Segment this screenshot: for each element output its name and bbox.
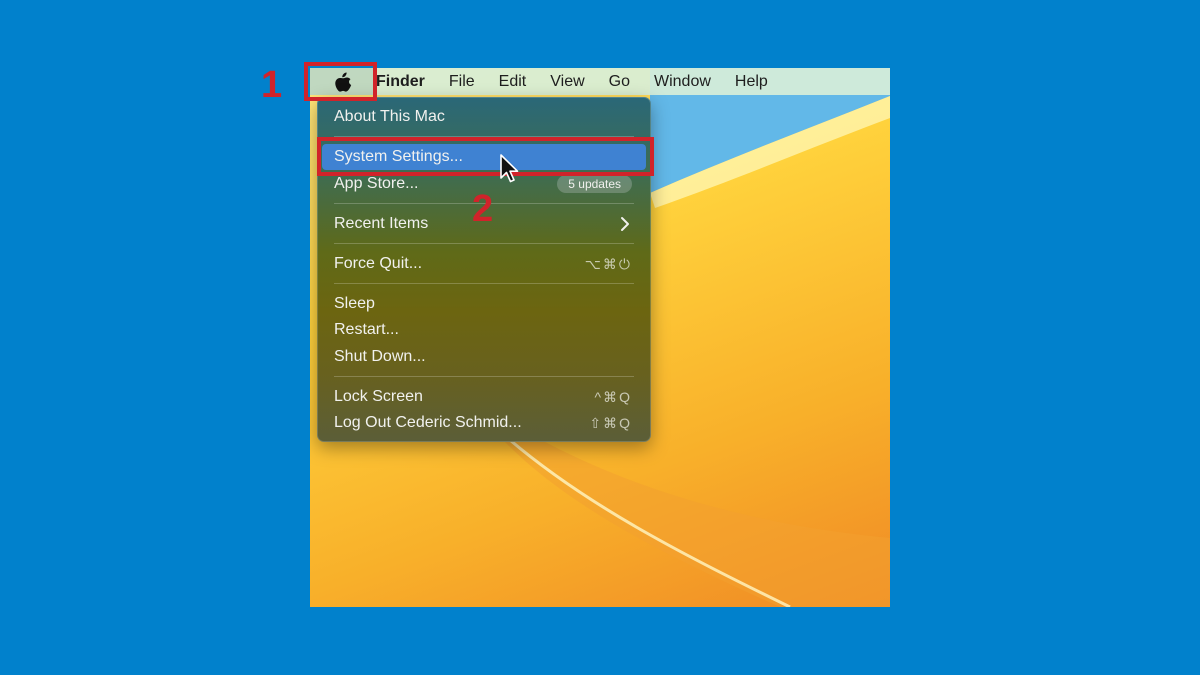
keyboard-shortcut: ⇧⌘Q: [589, 414, 632, 431]
keyboard-shortcut: ⌥⌘⏻: [584, 255, 632, 272]
menu-item-restart[interactable]: Restart...: [322, 317, 646, 343]
menu-item-label: Shut Down...: [334, 348, 426, 365]
menu-item-label: Log Out Cederic Schmid...: [334, 414, 522, 431]
menu-separator: [334, 376, 634, 377]
menu-item-force-quit[interactable]: Force Quit... ⌥⌘⏻: [322, 251, 646, 277]
menu-item-label: Sleep: [334, 295, 375, 312]
menu-item-shut-down[interactable]: Shut Down...: [322, 344, 646, 370]
keyboard-shortcut: ^⌘Q: [594, 388, 632, 405]
menu-item-log-out[interactable]: Log Out Cederic Schmid... ⇧⌘Q: [322, 410, 646, 436]
menu-edit[interactable]: Edit: [487, 73, 539, 91]
step2-highlight-box: [317, 137, 654, 176]
menu-window[interactable]: Window: [642, 73, 723, 91]
menu-separator: [334, 243, 634, 244]
menu-go[interactable]: Go: [597, 73, 642, 91]
menu-item-label: Lock Screen: [334, 388, 423, 405]
menu-item-about-this-mac[interactable]: About This Mac: [322, 104, 646, 130]
mouse-pointer-icon: [500, 154, 519, 183]
menu-item-label: Restart...: [334, 321, 399, 338]
updates-badge: 5 updates: [557, 175, 632, 193]
menu-help[interactable]: Help: [723, 73, 780, 91]
menu-item-label: Force Quit...: [334, 255, 423, 272]
menu-file[interactable]: File: [437, 73, 487, 91]
step2-number: 2: [472, 188, 494, 230]
step1-highlight-box: [304, 62, 377, 101]
menu-finder[interactable]: Finder: [376, 73, 437, 91]
menu-item-label: About This Mac: [334, 108, 445, 125]
menu-item-label: Recent Items: [334, 215, 429, 232]
step1-number: 1: [261, 64, 283, 106]
menu-separator: [334, 283, 634, 284]
menu-view[interactable]: View: [538, 73, 596, 91]
menu-bar: Finder File Edit View Go Window Help: [310, 68, 890, 95]
menu-item-label: App Store...: [334, 175, 419, 192]
chevron-right-icon: [621, 217, 629, 231]
menu-item-lock-screen[interactable]: Lock Screen ^⌘Q: [322, 384, 646, 410]
menu-item-sleep[interactable]: Sleep: [322, 291, 646, 317]
